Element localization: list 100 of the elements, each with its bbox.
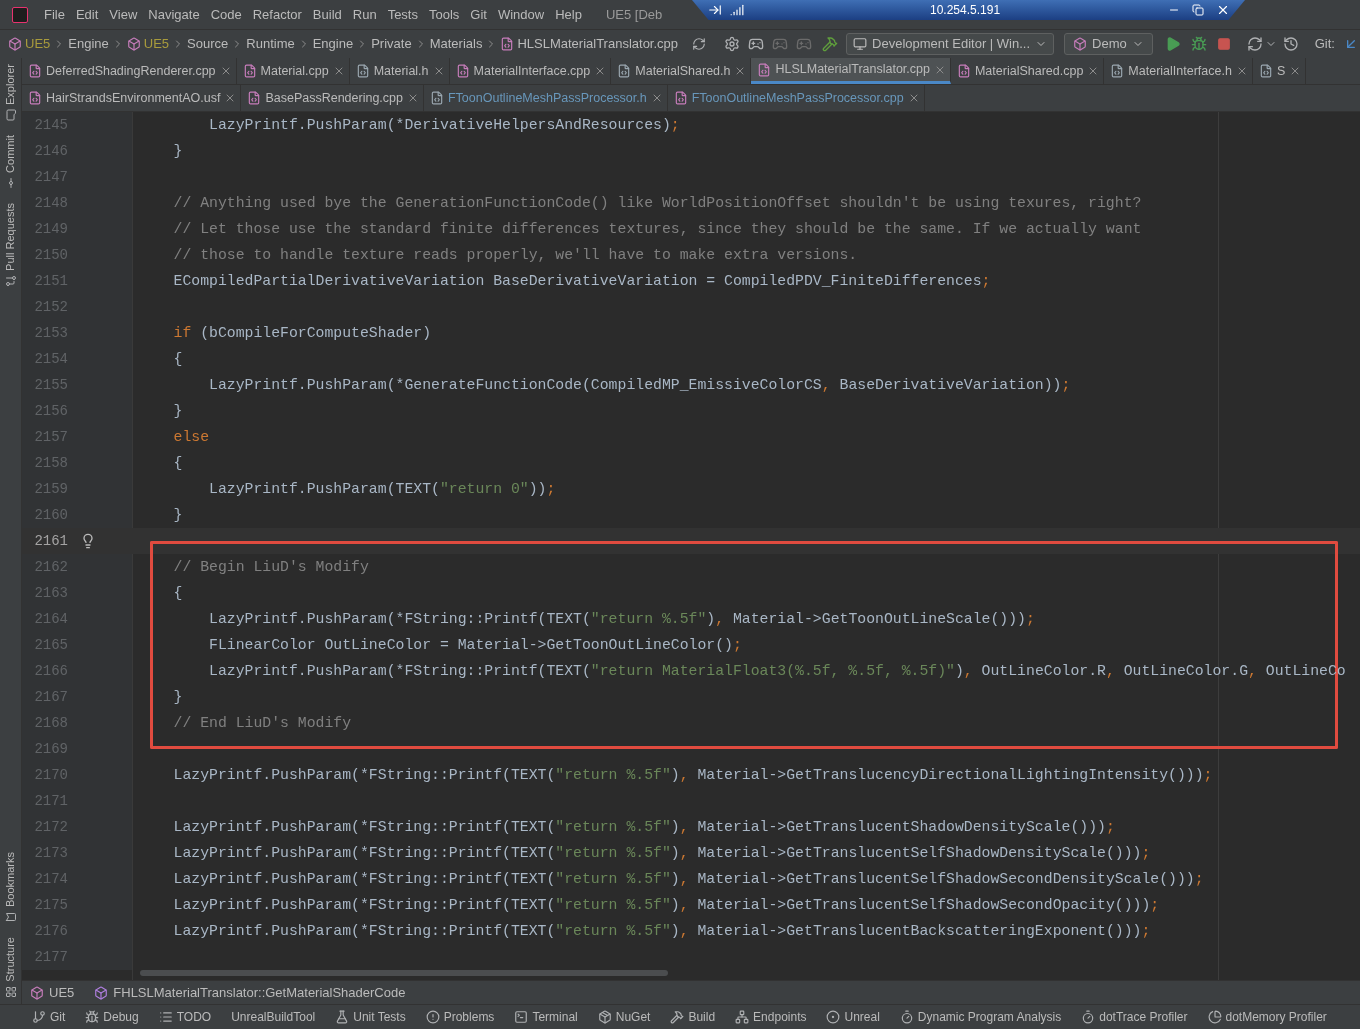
app-logo	[12, 6, 28, 23]
tool-window-button[interactable]: Unit Tests	[353, 1008, 406, 1026]
menu-item[interactable]: Build	[312, 4, 342, 25]
lightbulb-icon[interactable]	[80, 533, 96, 549]
menu-item[interactable]: Tools	[428, 4, 460, 25]
tool-window-button[interactable]: Dynamic Program Analysis	[917, 1008, 1062, 1026]
menu-item[interactable]: Run	[352, 4, 377, 25]
tool-window-button[interactable]: Unreal	[844, 1008, 880, 1026]
git-label: Git:	[1314, 35, 1335, 54]
header-file-icon	[1110, 64, 1125, 78]
menu-item[interactable]: Window	[497, 4, 545, 25]
configuration-dropdown[interactable]: Development Editor | Win...	[846, 33, 1055, 55]
editor-tab[interactable]: HLSLMaterialTranslator.cpp	[751, 58, 951, 84]
code-line: // Anything used bye the GenerationFunctionCode() like WorldPositionOffset shouldn't be using texures, right?	[172, 193, 1142, 213]
refresh-icon[interactable]	[692, 37, 707, 51]
code-breadcrumb[interactable]: UE5	[49, 982, 75, 1003]
editor-tab[interactable]: Material.cpp	[236, 58, 350, 84]
code-line: }	[172, 401, 183, 421]
stop-icon[interactable]	[1216, 37, 1231, 51]
code-line: {	[172, 583, 183, 603]
tool-window-tab[interactable]: Commit	[2, 134, 19, 173]
tool-window-button[interactable]: TODO	[176, 1008, 212, 1026]
breadcrumb-item[interactable]: Source	[187, 34, 229, 54]
breadcrumb-item[interactable]: UE5	[25, 34, 51, 54]
run-target-dropdown[interactable]: Demo	[1064, 33, 1153, 55]
editor-tab[interactable]: BasePassRendering.cpp	[241, 85, 424, 111]
tool-window-button[interactable]: Endpoints	[753, 1008, 807, 1026]
code-line: FLinearColor OutLineColor = Material->GetToonOutLineColor();	[208, 635, 742, 655]
breadcrumb-item[interactable]: HLSLMaterialTranslator.cpp	[517, 34, 679, 54]
timer-icon	[899, 1010, 914, 1024]
breadcrumb-item[interactable]: Materials	[429, 34, 483, 54]
code-line: LazyPrintf.PushParam(TEXT("return 0"));	[208, 479, 556, 499]
history-icon[interactable]	[1282, 36, 1299, 52]
tool-window-button[interactable]: NuGet	[615, 1008, 651, 1026]
stopwatch-icon	[1081, 1010, 1096, 1024]
editor-tab[interactable]: MaterialShared.cpp	[950, 58, 1105, 84]
tool-window-button[interactable]: dotTrace Profiler	[1099, 1008, 1188, 1026]
menu-item[interactable]: Refactor	[252, 4, 302, 25]
tool-window-tab[interactable]: Structure	[2, 937, 19, 982]
structure-icon	[4, 986, 17, 998]
code-line: {	[172, 453, 183, 473]
code-line: if (bCompileForComputeShader)	[172, 323, 432, 343]
tool-window-button[interactable]: Build	[688, 1008, 716, 1026]
menu-item[interactable]: Help	[555, 4, 582, 25]
editor-tab[interactable]: MaterialInterface.cpp	[449, 58, 612, 84]
breadcrumb-item[interactable]: Private	[371, 34, 412, 54]
bookmark-icon	[4, 911, 17, 924]
tool-window-button[interactable]: Problems	[443, 1008, 495, 1026]
signal-icon	[730, 3, 744, 17]
menu-item[interactable]: Navigate	[148, 4, 200, 25]
menu-item[interactable]: View	[109, 4, 138, 25]
header-file-icon	[355, 64, 370, 78]
pull-request-icon	[4, 274, 17, 287]
package-icon	[597, 1010, 612, 1024]
code-line: LazyPrintf.PushParam(*FString::Printf(TEXT("return %.5f"), Material->GetTranslucentSelfShadowDensityScale()));	[172, 843, 1151, 863]
code-line: LazyPrintf.PushParam(*FString::Printf(TEXT("return %.5f"), Material->GetToonOutLineScale()));	[208, 609, 1035, 629]
tool-window-button[interactable]: Terminal	[532, 1008, 578, 1026]
menu-item[interactable]: Tests	[387, 4, 418, 25]
menu-item[interactable]: Git	[470, 4, 487, 25]
tool-window-button[interactable]: UnrealBuildTool	[231, 1008, 316, 1026]
editor-tab[interactable]: Material.h	[349, 58, 450, 84]
tool-window-tab[interactable]: Bookmarks	[2, 852, 19, 908]
code-line: }	[172, 687, 183, 707]
cpp-file-icon	[673, 91, 688, 105]
tool-window-button[interactable]: Debug	[103, 1008, 139, 1026]
window-title: UE5 [Deb	[605, 5, 663, 24]
code-line: LazyPrintf.PushParam(*FString::Printf(TEXT("return %.5f"), Material->GetTranslucentSelfShadowSecondDensityScale()));	[172, 869, 1204, 889]
method-icon	[94, 985, 109, 1000]
editor-tab[interactable]: HairStrandsEnvironmentAO.usf	[22, 85, 242, 111]
bug-icon[interactable]	[1190, 36, 1207, 52]
cpp-file-icon	[500, 37, 515, 51]
tool-window-button[interactable]: Git	[50, 1008, 66, 1026]
code-line: else	[172, 427, 210, 447]
menu-item[interactable]: Edit	[75, 4, 99, 25]
branch-icon	[32, 1010, 46, 1024]
editor-tab[interactable]: MaterialInterface.h	[1104, 58, 1253, 84]
breadcrumb-item[interactable]: Engine	[312, 34, 354, 54]
breadcrumb-item[interactable]: Engine	[68, 34, 109, 54]
tool-window-tab[interactable]: Explorer	[2, 64, 19, 105]
gamepad-icon[interactable]	[748, 36, 765, 52]
tool-window-tab[interactable]: Pull Requests	[2, 202, 19, 271]
list-icon	[158, 1010, 173, 1024]
menu-item[interactable]: Code	[210, 4, 242, 25]
code-breadcrumb[interactable]: FHLSLMaterialTranslator::GetMaterialShaderCode	[113, 982, 406, 1003]
hammer-icon[interactable]	[822, 36, 839, 52]
editor-tab[interactable]: S	[1252, 58, 1307, 84]
project-icon	[1073, 37, 1088, 51]
monitor-icon	[853, 37, 868, 51]
breadcrumb-item[interactable]: Runtime	[246, 34, 295, 54]
code-line: // Let those use the standard finite differences textures, since they should be the same. If we actually want	[172, 219, 1142, 239]
code-line: LazyPrintf.PushParam(*FString::Printf(TEXT("return %.5f"), Material->GetTranslucentShadowDensityScale()));	[172, 817, 1115, 837]
restore-icon[interactable]	[1192, 4, 1205, 16]
horizontal-scrollbar[interactable]	[140, 970, 668, 976]
editor-tab[interactable]: FToonOutlineMeshPassProcessor.cpp	[667, 85, 925, 111]
settings-icon[interactable]	[724, 36, 741, 52]
breadcrumb-item[interactable]: UE5	[143, 34, 170, 54]
menu-item[interactable]: File	[44, 4, 65, 25]
editor-tab[interactable]: DeferredShadingRenderer.cpp	[22, 58, 237, 84]
editor-tab[interactable]: FToonOutlineMeshPassProcessor.h	[424, 85, 668, 111]
tool-window-button[interactable]: dotMemory Profiler	[1225, 1008, 1327, 1026]
